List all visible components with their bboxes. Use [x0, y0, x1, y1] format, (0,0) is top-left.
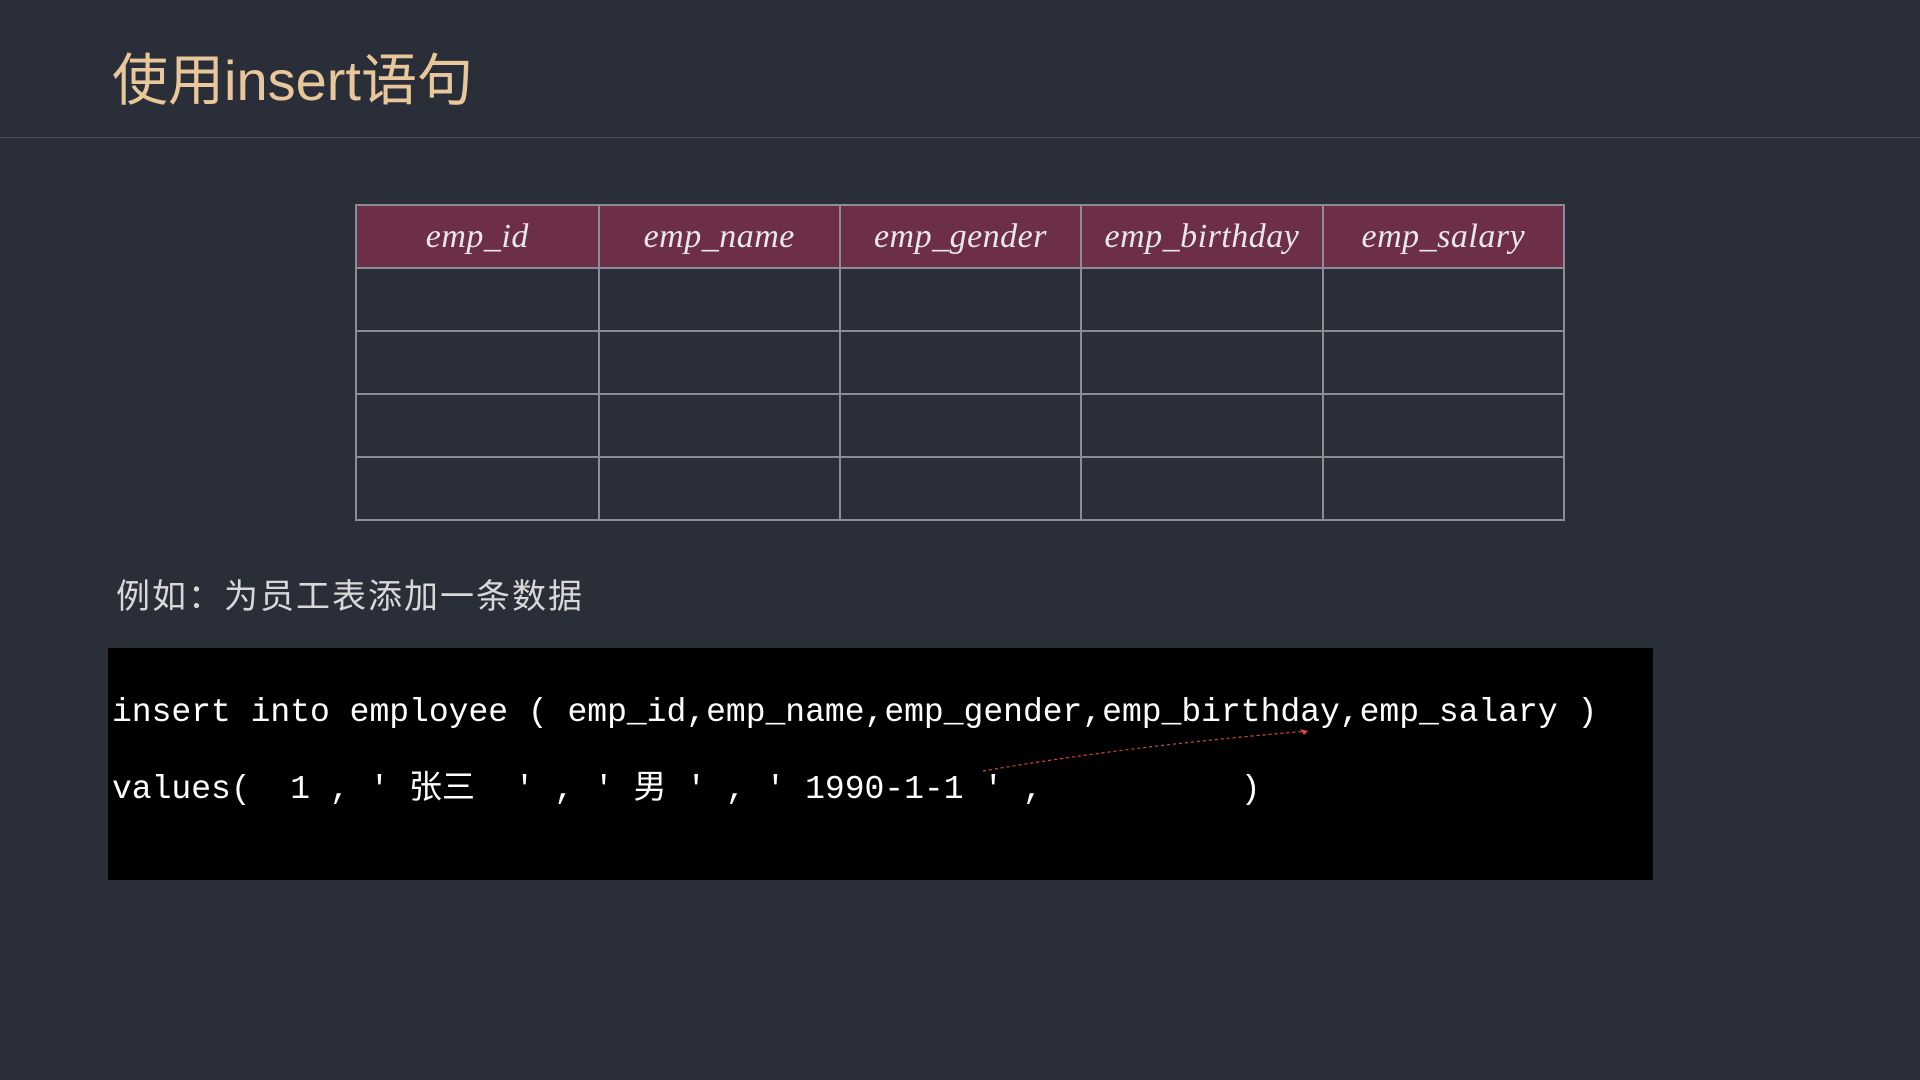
cell [356, 268, 599, 331]
cell [356, 457, 599, 520]
table-row [356, 457, 1564, 520]
cell [356, 394, 599, 457]
table-row [356, 394, 1564, 457]
cell [599, 394, 840, 457]
cell [1081, 331, 1323, 394]
col-emp-salary: emp_salary [1323, 205, 1564, 268]
cell [599, 331, 840, 394]
cell [840, 268, 1081, 331]
cell [356, 331, 599, 394]
cell [840, 394, 1081, 457]
cell [1323, 394, 1564, 457]
slide-title: 使用insert语句 [112, 36, 1920, 117]
cell [1081, 268, 1323, 331]
cell [1323, 268, 1564, 331]
cell [840, 331, 1081, 394]
col-emp-gender: emp_gender [840, 205, 1081, 268]
example-label: 例如：为员工表添加一条数据 [116, 569, 1920, 618]
employee-table-wrap: emp_id emp_name emp_gender emp_birthday … [355, 204, 1565, 521]
cell [1081, 394, 1323, 457]
arrow-annotation-icon [978, 726, 1328, 776]
col-emp-birthday: emp_birthday [1081, 205, 1323, 268]
table-row [356, 331, 1564, 394]
col-emp-id: emp_id [356, 205, 599, 268]
title-bar: 使用insert语句 [0, 0, 1920, 138]
table-row [356, 268, 1564, 331]
cell [1323, 331, 1564, 394]
cell [1323, 457, 1564, 520]
code-line-2: values( 1 , ' 张三 ' , ' 男 ' , ' 1990-1-1 … [112, 773, 1653, 806]
cell [1081, 457, 1323, 520]
slide: 使用insert语句 emp_id emp_name emp_gender em… [0, 0, 1920, 1080]
cell [840, 457, 1081, 520]
employee-table: emp_id emp_name emp_gender emp_birthday … [355, 204, 1565, 521]
cell [599, 457, 840, 520]
code-block: insert into employee ( emp_id,emp_name,e… [108, 648, 1653, 880]
table-header-row: emp_id emp_name emp_gender emp_birthday … [356, 205, 1564, 268]
code-line-1: insert into employee ( emp_id,emp_name,e… [112, 696, 1653, 729]
cell [599, 268, 840, 331]
col-emp-name: emp_name [599, 205, 840, 268]
